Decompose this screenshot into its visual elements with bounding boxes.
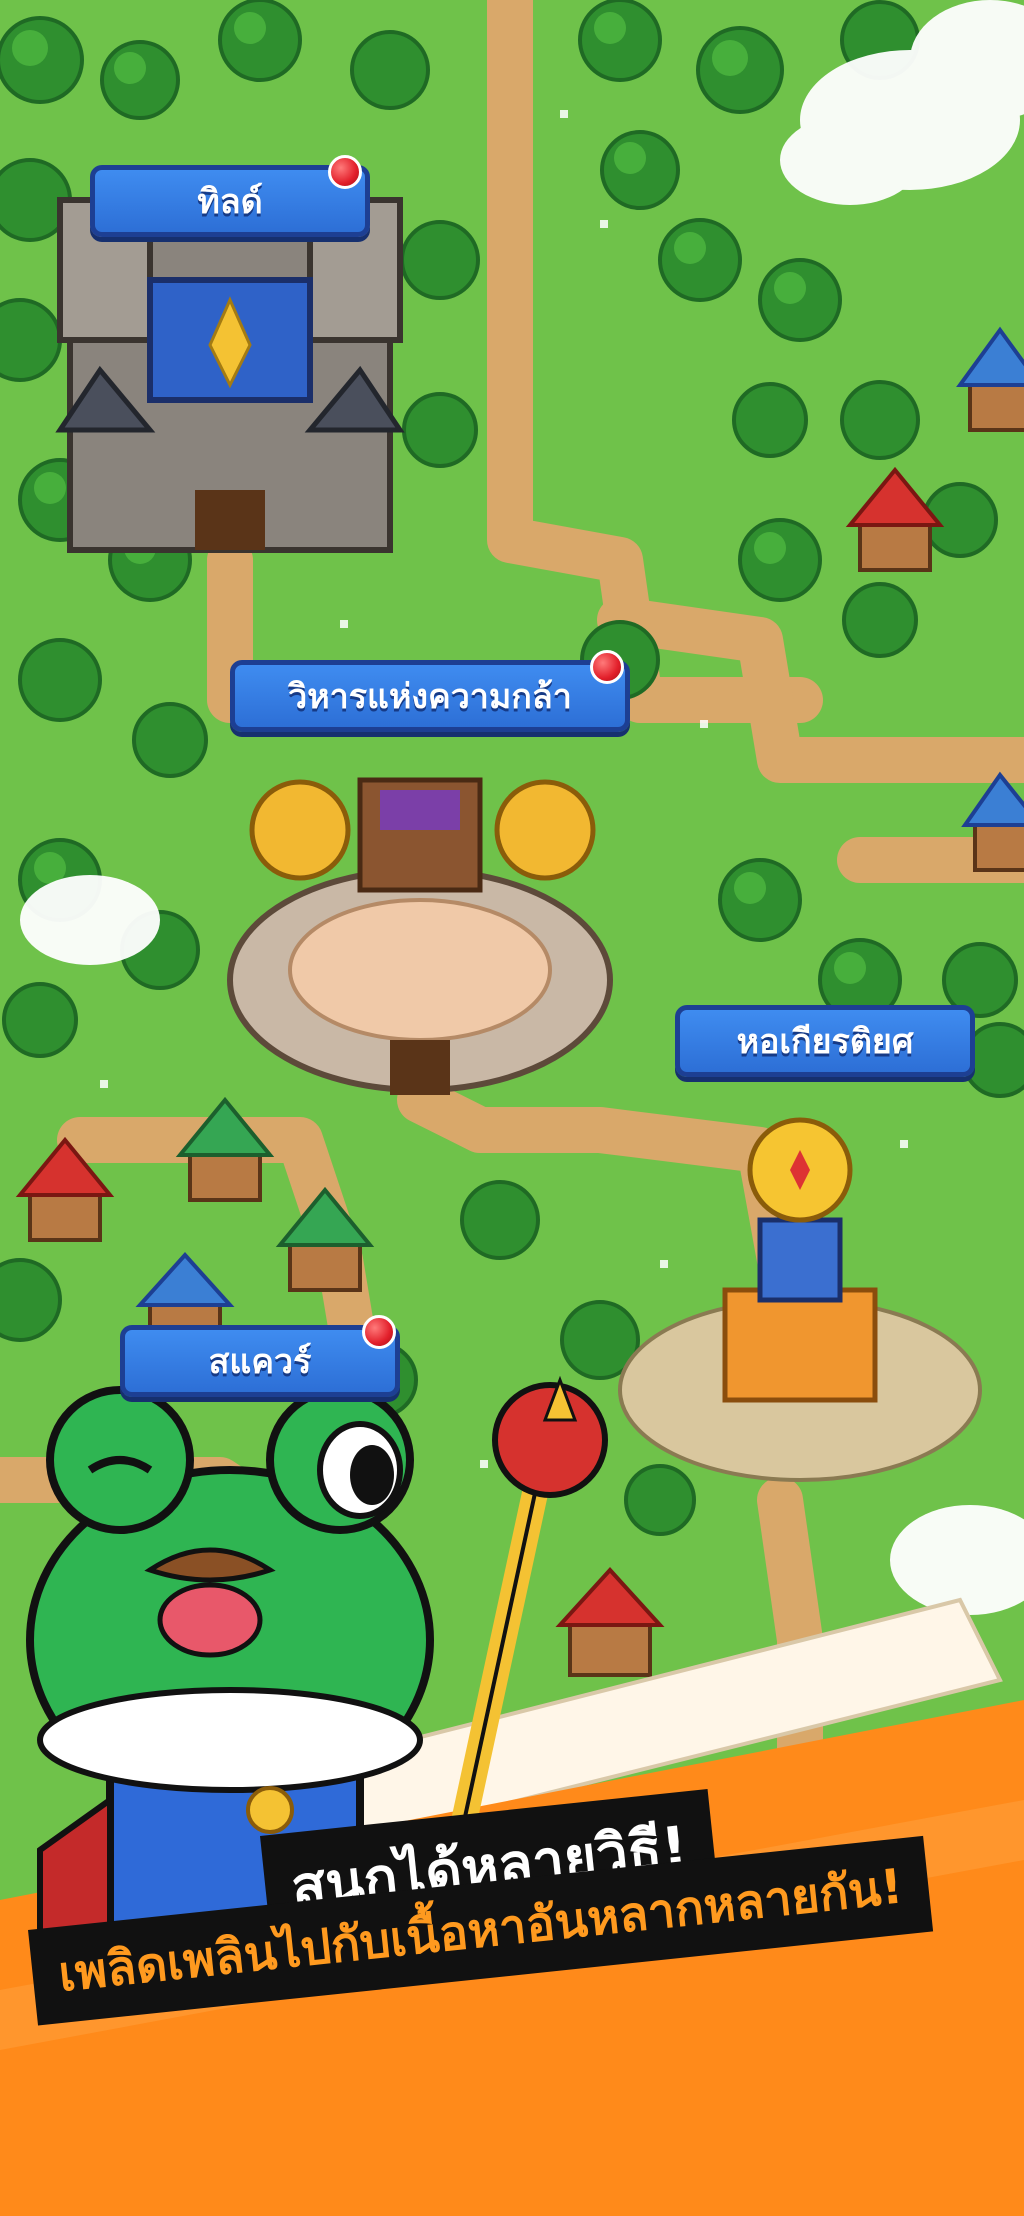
guild-label-text: ทิลด์ [197,182,263,222]
hall-of-courage-building [227,777,613,1095]
hall-of-courage-label[interactable]: วิหารแห่งความกล้า [230,660,630,732]
hall-of-courage-label-text: วิหารแห่งความกล้า [288,677,572,717]
square-label-text: สแควร์ [208,1342,312,1382]
hall-of-honor-label-text: หอเกียรติยศ [736,1022,914,1062]
guild-notification-dot-icon [328,155,362,189]
hall-of-courage-notification-dot-icon [590,650,624,684]
guild-building [55,197,405,553]
square-notification-dot-icon [362,1315,396,1349]
hall-of-honor-label[interactable]: หอเกียรติยศ [675,1005,975,1077]
square-label[interactable]: สแควร์ [120,1325,400,1397]
